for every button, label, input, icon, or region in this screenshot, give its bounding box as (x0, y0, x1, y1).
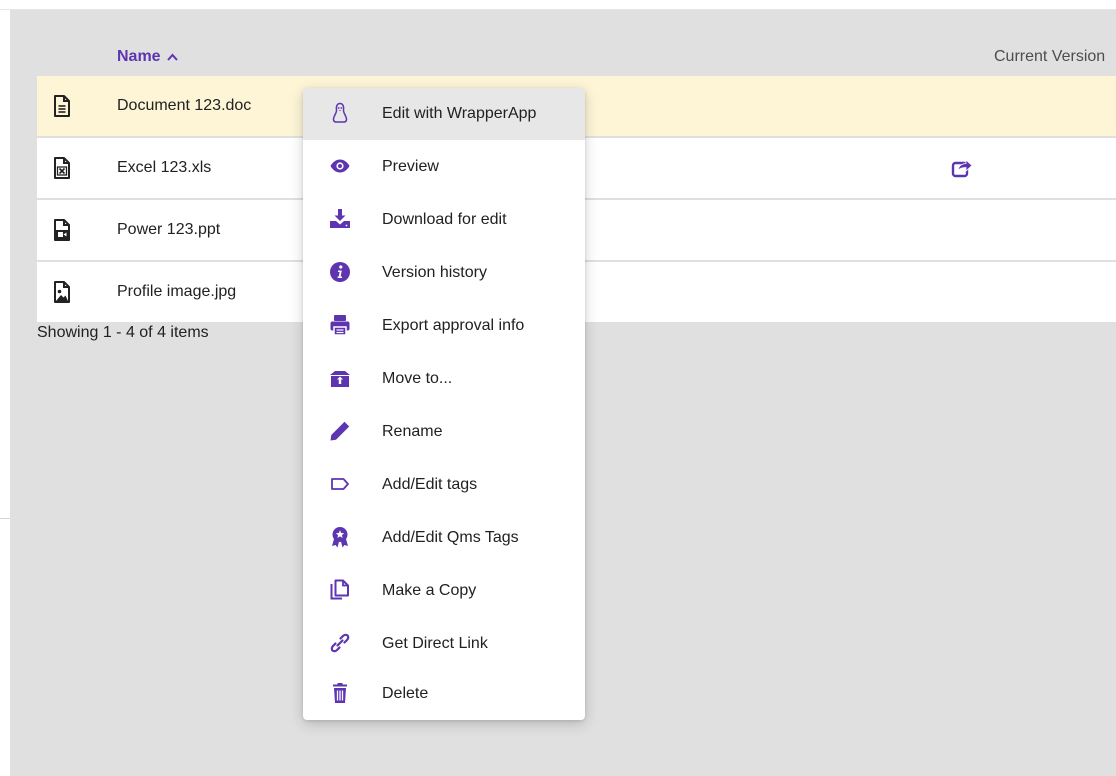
file-name[interactable]: Excel 123.xls (117, 138, 211, 198)
menu-item-move-to[interactable]: Move to... (303, 353, 585, 405)
menu-item-label: Move to... (382, 370, 453, 387)
menu-item-label: Make a Copy (382, 582, 477, 599)
file-name[interactable]: Document 123.doc (117, 76, 251, 136)
trash-icon (333, 683, 347, 703)
menu-item-label: Get Direct Link (382, 635, 488, 652)
menu-item-label: Download for edit (382, 211, 507, 228)
context-menu: Edit with WrapperApp Preview Download fo… (303, 88, 585, 720)
link-icon (330, 633, 350, 653)
current-version-column-header[interactable]: Current Version (994, 48, 1105, 66)
menu-item-edit-with-wrapperapp[interactable]: Edit with WrapperApp (303, 88, 585, 140)
left-strip (0, 10, 10, 776)
pencil-icon (330, 421, 350, 441)
menu-item-label: Preview (382, 158, 439, 175)
share-icon[interactable] (951, 158, 973, 178)
menu-item-version-history[interactable]: Version history (303, 247, 585, 299)
menu-item-rename[interactable]: Rename (303, 406, 585, 458)
menu-item-make-a-copy[interactable]: Make a Copy (303, 565, 585, 617)
menu-item-label: Rename (382, 423, 443, 440)
menu-item-label: Add/Edit tags (382, 476, 478, 493)
box-move-icon (330, 371, 350, 387)
tag-icon (331, 478, 349, 490)
download-icon (330, 209, 350, 228)
menu-item-export-approval-info[interactable]: Export approval info (303, 300, 585, 352)
menu-item-label: Edit with WrapperApp (382, 105, 537, 122)
menu-item-label: Delete (382, 685, 429, 702)
printer-icon (330, 315, 350, 336)
menu-item-get-direct-link[interactable]: Get Direct Link (303, 618, 585, 670)
xls-file-icon (54, 157, 70, 179)
info-icon (330, 262, 350, 282)
menu-item-preview[interactable]: Preview (303, 141, 585, 193)
ppt-file-icon (54, 219, 70, 241)
pagination-summary: Showing 1 - 4 of 4 items (37, 324, 209, 341)
table-header: Name Current Version (10, 10, 1116, 76)
menu-item-add-edit-tags[interactable]: Add/Edit tags (303, 459, 585, 511)
menu-item-label: Add/Edit Qms Tags (382, 529, 519, 546)
file-name[interactable]: Profile image.jpg (117, 262, 236, 322)
file-name[interactable]: Power 123.ppt (117, 200, 220, 260)
left-strip-mark (0, 518, 10, 519)
name-header-label: Name (117, 48, 161, 65)
menu-item-add-edit-qms-tags[interactable]: Add/Edit Qms Tags (303, 512, 585, 564)
copy-icon (330, 579, 349, 600)
award-icon (332, 527, 348, 548)
image-file-icon (54, 281, 70, 303)
top-border (0, 0, 1116, 10)
name-column-header[interactable]: Name (117, 48, 178, 66)
eye-icon (330, 159, 350, 173)
menu-item-download-for-edit[interactable]: Download for edit (303, 194, 585, 246)
sort-ascending-icon (166, 53, 178, 61)
linux-penguin-icon (332, 102, 348, 123)
doc-file-icon (54, 95, 70, 117)
menu-item-delete[interactable]: Delete (303, 668, 585, 720)
menu-item-label: Version history (382, 264, 487, 281)
menu-item-label: Export approval info (382, 317, 525, 334)
